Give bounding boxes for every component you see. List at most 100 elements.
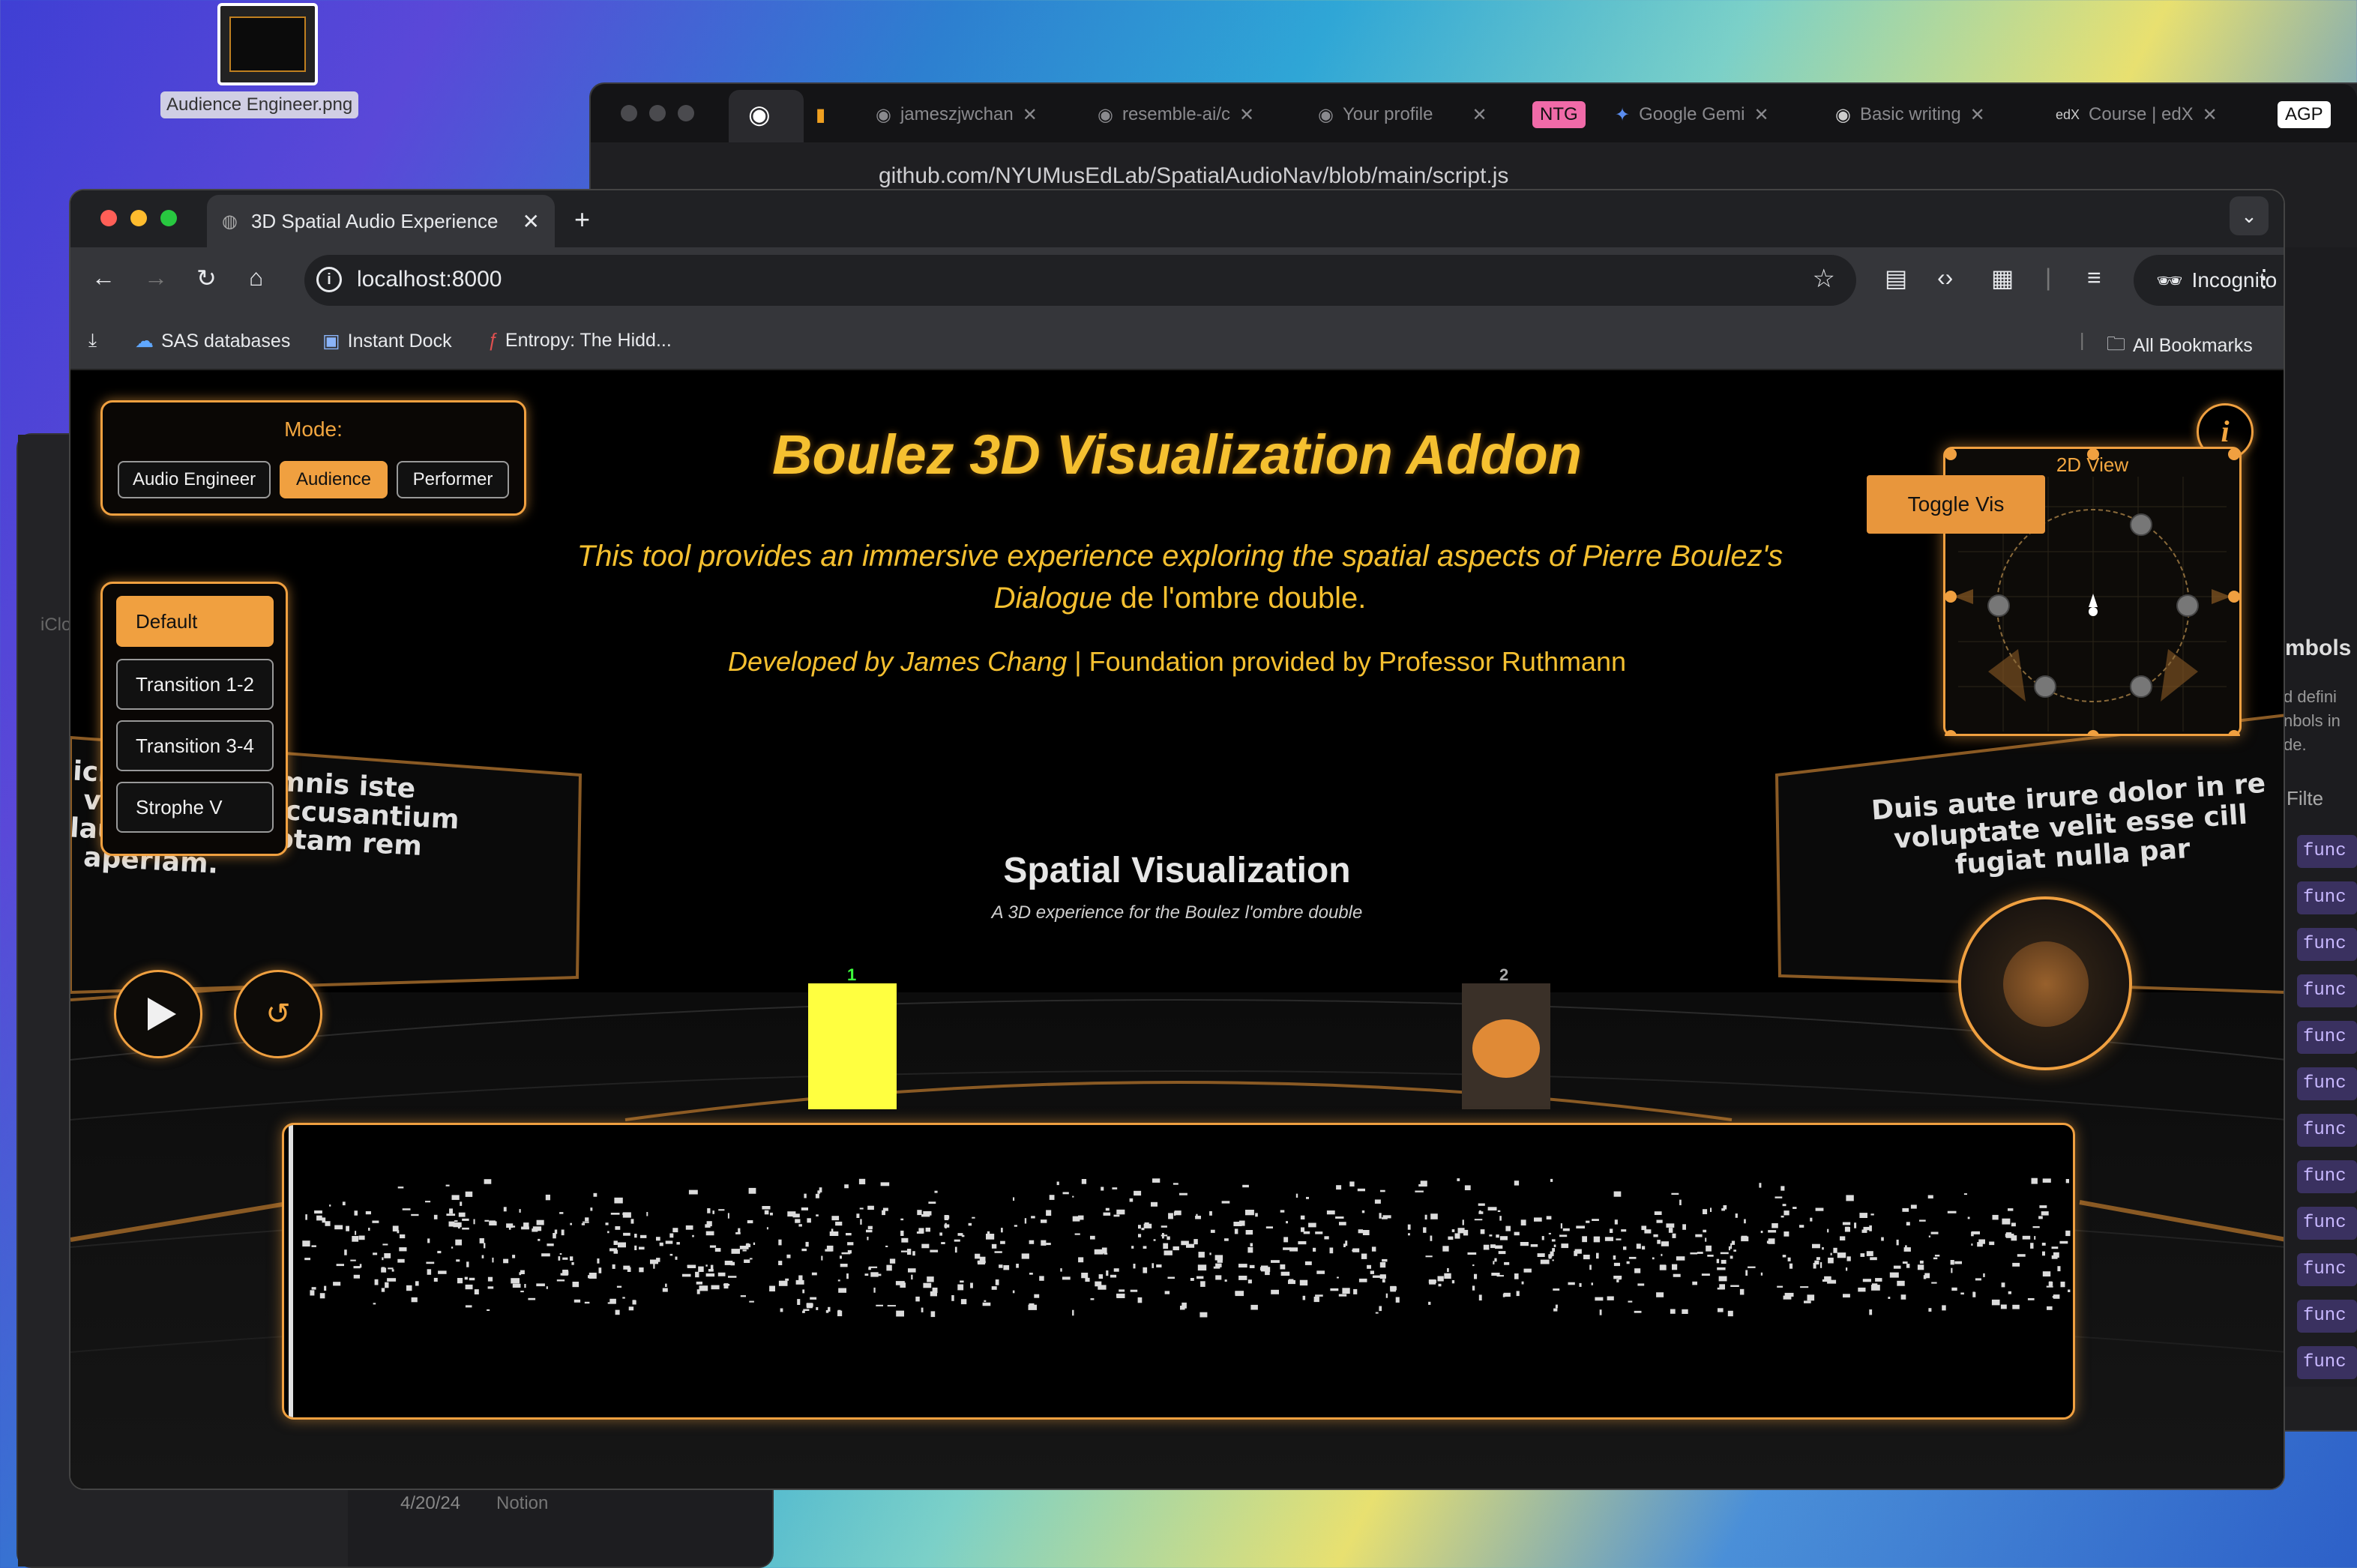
menu-icon[interactable]: ⋮	[2252, 264, 2276, 292]
score-mark	[718, 1209, 725, 1211]
score-mark	[570, 1256, 574, 1261]
bg-tab-5[interactable]: ✦ Google Gemi ✕	[1615, 99, 1769, 130]
score-mark	[778, 1239, 782, 1246]
bg-tab-3[interactable]: ◉ Your profile ✕	[1318, 99, 1487, 130]
close-icon[interactable]: ✕	[1239, 104, 1254, 126]
reload-icon[interactable]: ↻	[196, 264, 217, 292]
joystick-control[interactable]	[1958, 896, 2132, 1070]
media-icon[interactable]: ≡	[2087, 264, 2101, 292]
analytics-icon[interactable]: ▮	[816, 99, 825, 130]
forward-icon[interactable]: →	[144, 264, 168, 292]
tab-search-button[interactable]: ⌄	[2230, 196, 2269, 235]
score-mark	[708, 1269, 714, 1272]
playhead[interactable]	[289, 1125, 293, 1420]
score-mark	[1676, 1256, 1685, 1261]
score-mark	[1744, 1219, 1746, 1224]
score-mark	[1012, 1290, 1015, 1294]
reset-button[interactable]: ↺	[234, 970, 322, 1058]
score-mark	[521, 1226, 529, 1230]
bookmark-star-icon[interactable]: ☆	[1813, 264, 1835, 294]
score-mark	[1382, 1258, 1388, 1262]
toggle-vis-button[interactable]: Toggle Vis	[1867, 475, 2045, 534]
score-mark	[676, 1242, 680, 1245]
back-icon[interactable]: ←	[91, 264, 115, 292]
tab-active[interactable]: ◍ 3D Spatial Audio Experience ✕	[207, 195, 555, 247]
close-icon[interactable]: ✕	[1754, 104, 1769, 126]
score-mark	[358, 1235, 365, 1240]
site-info-icon[interactable]: i	[316, 267, 342, 292]
address-bar[interactable]: i localhost:8000 ☆	[304, 255, 1856, 306]
score-mark	[455, 1239, 462, 1246]
bookmark-entropy[interactable]: ƒ Entropy: The Hidd...	[487, 330, 672, 352]
preset-default-button[interactable]: Default	[116, 596, 274, 647]
score-mark	[456, 1259, 460, 1262]
score-mark	[457, 1225, 460, 1229]
reading-mode-icon[interactable]: ▤	[1885, 264, 1907, 292]
bg-func-badge: func	[2297, 1207, 2357, 1240]
github-icon[interactable]: ◉	[748, 99, 771, 130]
preset-strophe-v-button[interactable]: Strophe V	[116, 782, 274, 833]
devtools-icon[interactable]: ‹›	[1937, 264, 1953, 292]
close-icon[interactable]: ✕	[1970, 104, 1985, 126]
score-mark	[1942, 1305, 1946, 1311]
close-window-button[interactable]	[100, 210, 117, 226]
score-view[interactable]	[282, 1123, 2075, 1420]
mode-audience-button[interactable]: Audience	[280, 461, 388, 498]
speaker-2[interactable]	[1462, 983, 1550, 1109]
mode-audio-engineer-button[interactable]: Audio Engineer	[118, 461, 271, 498]
bg-tab-4[interactable]: NTG	[1532, 99, 1586, 130]
home-icon[interactable]: ⌂	[249, 264, 263, 292]
score-mark	[1555, 1304, 1558, 1309]
desktop-file-icon[interactable]	[217, 3, 318, 85]
close-icon[interactable]: ✕	[1472, 104, 1487, 126]
score-mark	[2030, 1243, 2034, 1249]
background-url[interactable]: github.com/NYUMusEdLab/SpatialAudioNav/b…	[879, 163, 1508, 189]
score-mark	[1950, 1260, 1954, 1265]
bg-filter[interactable]: Filte	[2287, 787, 2323, 810]
score-mark	[2012, 1262, 2020, 1267]
score-mark	[397, 1186, 404, 1189]
score-mark	[1143, 1246, 1147, 1249]
score-mark	[1288, 1279, 1295, 1285]
close-icon[interactable]: ✕	[2203, 104, 2218, 126]
bg-tab-7[interactable]: edX Course | edX ✕	[2056, 99, 2218, 130]
score-mark	[2065, 1179, 2069, 1183]
speaker-1[interactable]	[808, 983, 897, 1109]
minimize-window-button[interactable]	[130, 210, 147, 226]
joystick-knob[interactable]	[2003, 941, 2089, 1027]
url-text[interactable]: localhost:8000	[357, 267, 502, 292]
preset-transition-3-4-button[interactable]: Transition 3-4	[116, 720, 274, 771]
bg-tab-1[interactable]: ◉ jameszjwchan ✕	[876, 99, 1038, 130]
bg-tab-8[interactable]: AGP	[2278, 99, 2331, 130]
description-work-title: Dialogue	[993, 582, 1113, 615]
extensions-icon[interactable]: ▦	[1991, 264, 2014, 292]
bookmark-sas[interactable]: ☁ SAS databases	[135, 330, 290, 352]
score-mark	[1308, 1222, 1316, 1228]
mode-performer-button[interactable]: Performer	[397, 461, 509, 498]
maximize-window-button[interactable]	[160, 210, 177, 226]
score-mark	[1238, 1264, 1247, 1268]
close-tab-icon[interactable]: ✕	[523, 209, 540, 234]
close-icon[interactable]: ✕	[1023, 104, 1038, 126]
score-mark	[503, 1258, 509, 1264]
bg-tab-label: Your profile	[1342, 104, 1433, 124]
score-mark	[1479, 1210, 1481, 1214]
new-tab-button[interactable]: +	[574, 204, 590, 235]
score-mark	[615, 1309, 620, 1315]
bookmark-instant-dock[interactable]: ▣ Instant Dock	[322, 330, 452, 352]
bg-tab-2[interactable]: ◉ resemble-ai/c ✕	[1098, 99, 1254, 130]
score-mark	[1837, 1252, 1846, 1258]
play-button[interactable]	[114, 970, 202, 1058]
desktop-file-label[interactable]: Audience Engineer.png	[160, 91, 359, 118]
bg-tab-6[interactable]: ◉ Basic writing ✕	[1835, 99, 1985, 130]
score-mark	[1362, 1230, 1370, 1235]
preset-transition-1-2-button[interactable]: Transition 1-2	[116, 659, 274, 710]
score-mark	[1245, 1230, 1253, 1235]
score-mark	[1582, 1236, 1587, 1243]
bookmark-label: Entropy: The Hidd...	[505, 330, 672, 351]
all-bookmarks[interactable]: 🗀 All Bookmarks	[2107, 330, 2253, 362]
download-icon[interactable]: ⤓	[88, 330, 97, 352]
score-mark	[911, 1274, 913, 1280]
score-mark	[1451, 1280, 1455, 1284]
score-mark	[489, 1220, 496, 1224]
